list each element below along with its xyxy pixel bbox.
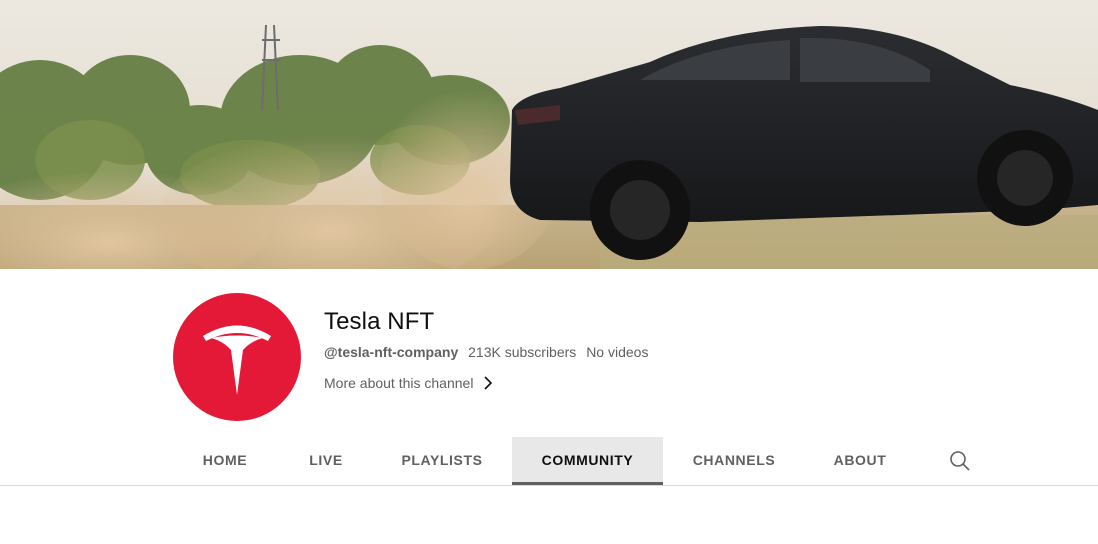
more-about-label: More about this channel bbox=[324, 375, 474, 391]
channel-banner bbox=[0, 0, 1098, 269]
tab-playlists[interactable]: PLAYLISTS bbox=[390, 437, 494, 485]
tab-about[interactable]: ABOUT bbox=[820, 437, 900, 485]
channel-meta: @tesla-nft-company 213K subscribers No v… bbox=[324, 344, 654, 360]
chevron-right-icon bbox=[483, 376, 493, 390]
channel-title: Tesla NFT bbox=[324, 308, 435, 335]
tab-home[interactable]: HOME bbox=[185, 437, 265, 485]
more-about-channel-link[interactable]: More about this channel bbox=[324, 375, 493, 391]
channel-tabs: HOME LIVE PLAYLISTS COMMUNITY CHANNELS A… bbox=[0, 437, 1098, 486]
banner-car-image bbox=[0, 0, 1098, 269]
tab-live[interactable]: LIVE bbox=[290, 437, 362, 485]
tab-channels[interactable]: CHANNELS bbox=[680, 437, 788, 485]
search-icon[interactable] bbox=[948, 449, 972, 473]
tab-community[interactable]: COMMUNITY bbox=[512, 437, 663, 485]
channel-handle: @tesla-nft-company bbox=[324, 344, 459, 360]
channel-avatar bbox=[173, 293, 301, 421]
video-count: No videos bbox=[586, 344, 649, 360]
subscriber-count: 213K subscribers bbox=[468, 344, 577, 360]
tesla-logo-icon bbox=[203, 325, 271, 395]
